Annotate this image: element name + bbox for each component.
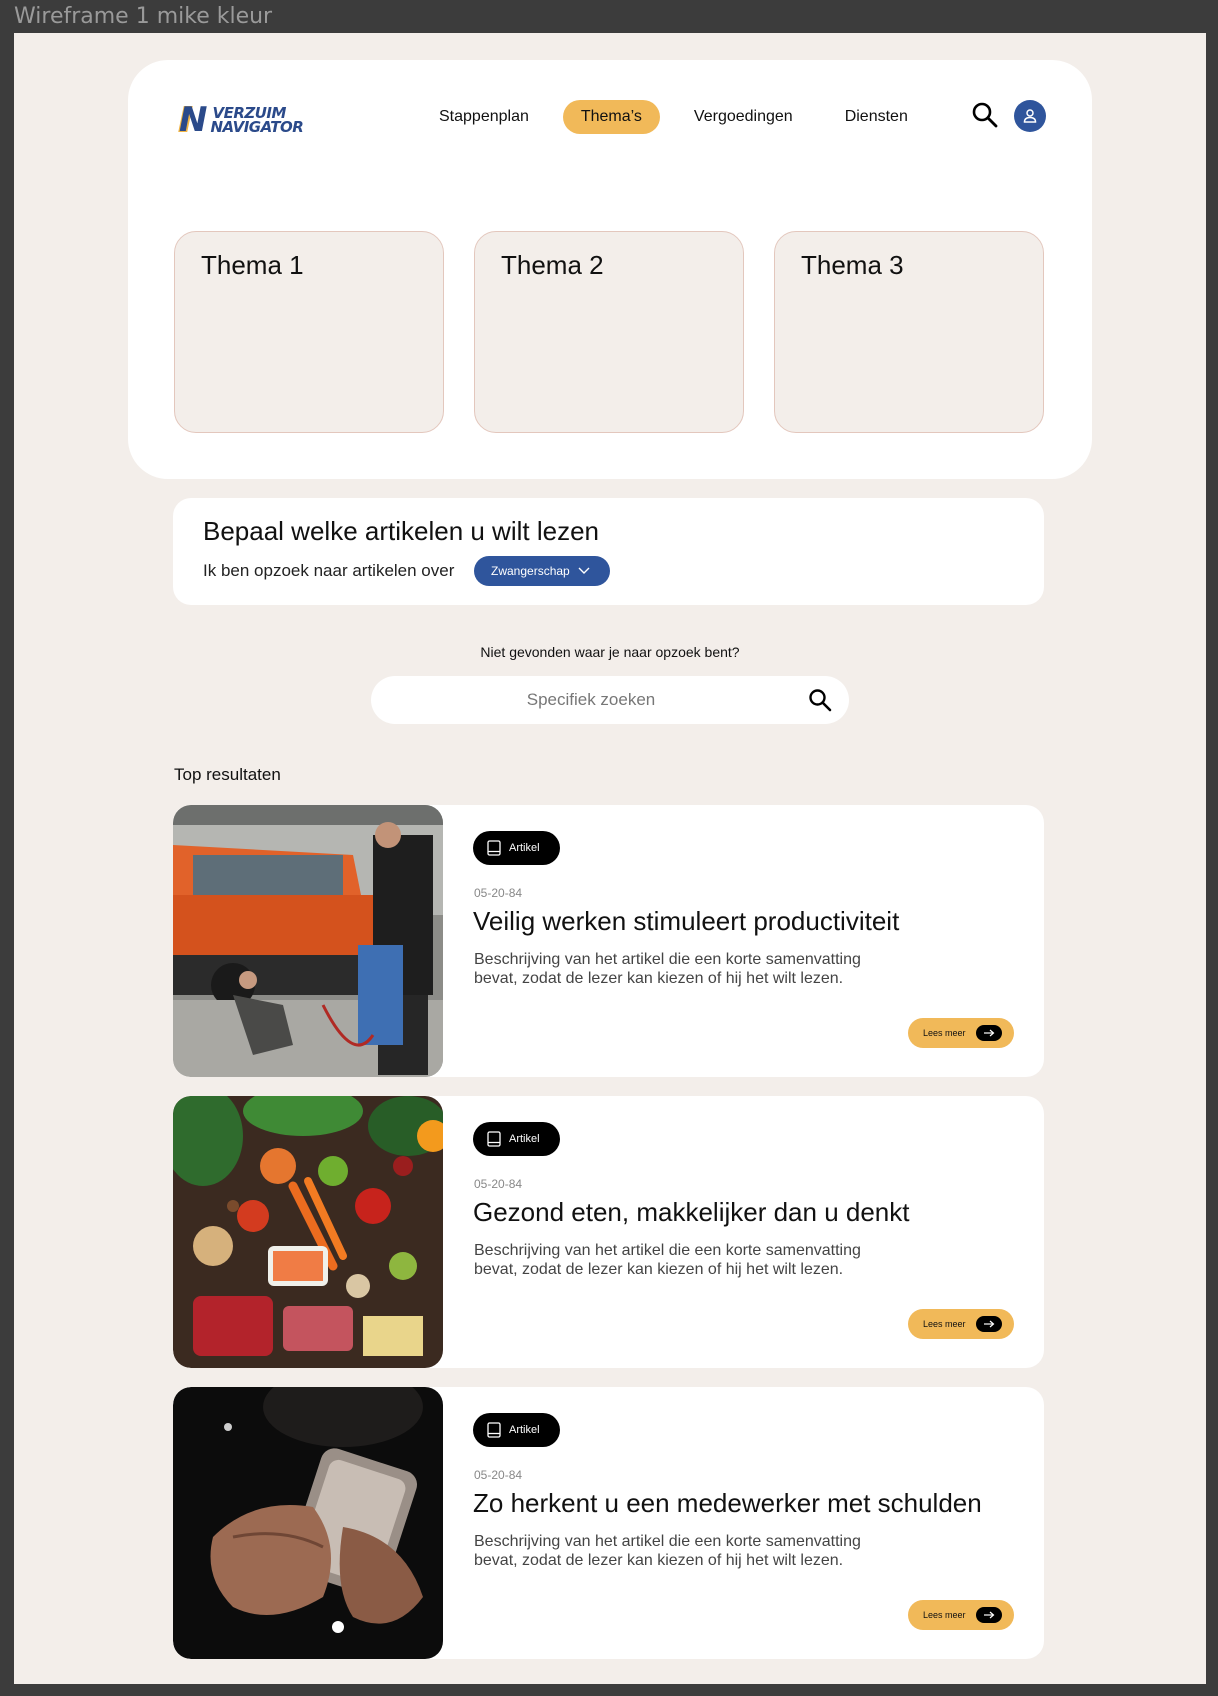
article-date: 05-20-84 [474,1468,523,1482]
nav-item-vergoedingen[interactable]: Vergoedingen [676,100,811,134]
article-image-workshop [173,805,443,1077]
topic-dropdown-value: Zwangerschap [491,564,570,578]
search-icon[interactable] [807,687,833,713]
results-heading: Top resultaten [174,765,281,784]
book-icon [487,1131,501,1147]
article-description: Beschrijving van het artikel die een kor… [474,1242,861,1278]
logo-mark: N [179,100,208,140]
chevron-down-icon [578,567,590,574]
frame-label: Wireframe 1 mike kleur [14,4,273,29]
theme-card-3[interactable]: Thema 3 [774,231,1044,433]
header-card: N VERZUIM NAVIGATOR Stappenplan Thema’s … [128,60,1092,479]
search-input[interactable] [411,684,771,716]
article-filter: Bepaal welke artikelen u wilt lezen Ik b… [173,498,1044,605]
search-icon[interactable] [970,100,1000,130]
article-title[interactable]: Gezond eten, makkelijker dan u denkt [473,1197,909,1228]
theme-title: Thema 1 [201,250,304,280]
nav-item-diensten[interactable]: Diensten [827,100,926,134]
book-icon [487,840,501,856]
read-more-button[interactable]: Lees meer [908,1309,1014,1339]
article-badge: Artikel [473,1413,560,1447]
article-description: Beschrijving van het artikel die een kor… [474,1533,861,1569]
search-bar [371,676,849,724]
arrow-right-icon [975,1025,1002,1041]
result-card[interactable]: Artikel 05-20-84 Gezond eten, makkelijke… [173,1096,1044,1368]
article-badge: Artikel [473,1122,560,1156]
topic-dropdown[interactable]: Zwangerschap [474,556,610,586]
result-card[interactable]: Artikel 05-20-84 Veilig werken stimuleer… [173,805,1044,1077]
arrow-right-icon [975,1607,1002,1623]
article-date: 05-20-84 [474,1177,523,1191]
logo[interactable]: N VERZUIM NAVIGATOR [179,100,304,140]
page-canvas: N VERZUIM NAVIGATOR Stappenplan Thema’s … [14,33,1206,1684]
theme-title: Thema 3 [801,250,904,280]
theme-title: Thema 2 [501,250,604,280]
main-nav: Stappenplan Thema’s Vergoedingen Dienste… [421,100,942,134]
nav-item-stappenplan[interactable]: Stappenplan [421,100,547,134]
article-image-vegetables [173,1096,443,1368]
book-icon [487,1422,501,1438]
logo-wordmark: VERZUIM NAVIGATOR [210,104,304,136]
nav-item-themas[interactable]: Thema’s [562,100,660,134]
arrow-right-icon [975,1316,1002,1332]
search-prompt: Niet gevonden waar je naar opzoek bent? [480,644,740,660]
article-title[interactable]: Veilig werken stimuleert productiviteit [473,906,899,937]
article-image-phone [173,1387,443,1659]
article-date: 05-20-84 [474,886,523,900]
theme-card-2[interactable]: Thema 2 [474,231,744,433]
article-title[interactable]: Zo herkent u een medewerker met schulden [473,1488,982,1519]
result-card[interactable]: Artikel 05-20-84 Zo herkent u een medewe… [173,1387,1044,1659]
read-more-button[interactable]: Lees meer [908,1018,1014,1048]
filter-sentence: Ik ben opzoek naar artikelen over [203,561,455,580]
article-badge: Artikel [473,831,560,865]
article-description: Beschrijving van het artikel die een kor… [474,951,861,987]
theme-card-1[interactable]: Thema 1 [174,231,444,433]
read-more-button[interactable]: Lees meer [908,1600,1014,1630]
filter-heading: Bepaal welke artikelen u wilt lezen [203,516,599,546]
user-icon[interactable] [1014,100,1046,132]
